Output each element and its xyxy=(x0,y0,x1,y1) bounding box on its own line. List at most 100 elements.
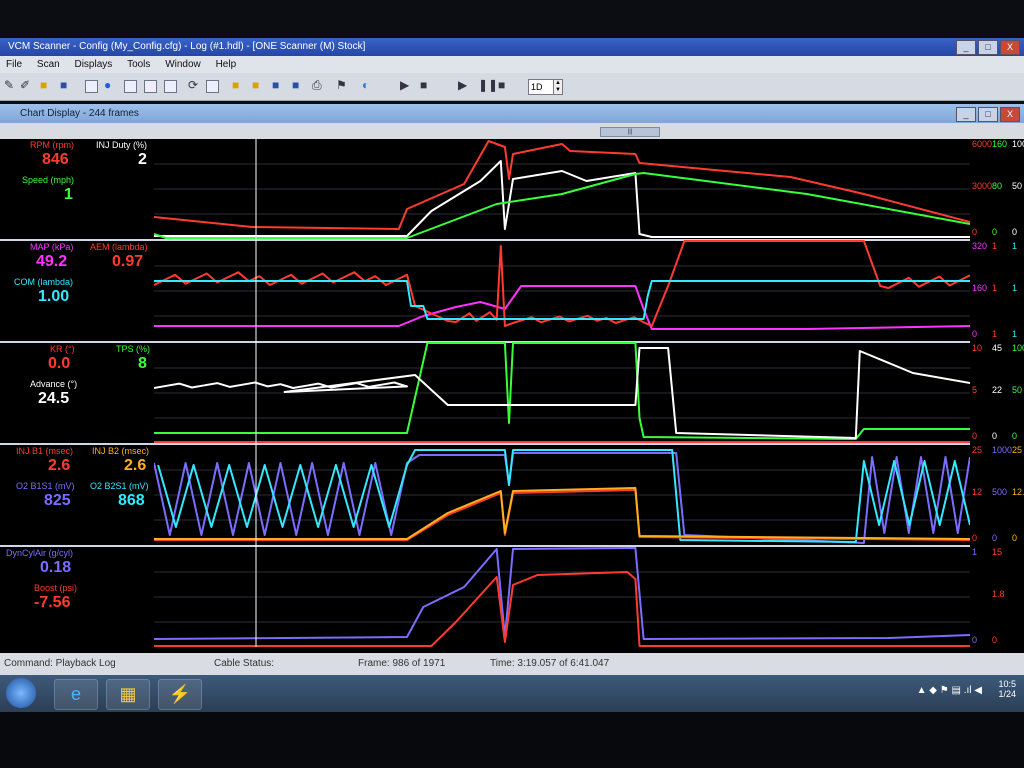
channel-name: O2 B2S1 (mV) xyxy=(90,481,149,491)
axis-tick-label: 1 xyxy=(1012,329,1018,339)
pencil-icon[interactable]: ✎ xyxy=(4,78,14,92)
tray-icons[interactable]: ▲ ◆ ⚑ ▤ .ıl ◀ xyxy=(917,685,982,696)
axis-tick-label: 0 xyxy=(1012,431,1018,441)
axis-tick-label: 160 xyxy=(992,139,1008,149)
stop-icon[interactable]: ■ xyxy=(420,78,427,92)
channel-name: INJ B2 (msec) xyxy=(92,446,150,456)
status-frame: Frame: 986 of 1971 xyxy=(358,658,446,669)
menu-tools[interactable]: Tools xyxy=(121,56,156,73)
o2-b1s1-trace xyxy=(154,452,970,544)
axis-tick-label: 15 xyxy=(992,547,1003,557)
axis-tick-label: 1 xyxy=(972,547,978,557)
channel-labels: RPM (rpm) 846 INJ Duty (%) 2 Speed (mph)… xyxy=(0,139,154,653)
axis-scales: 6000160100300080500003201116011011104510… xyxy=(970,139,1024,653)
chart-scrollbar[interactable]: ||| xyxy=(0,123,1024,139)
axis-tick-label: 320 xyxy=(972,241,988,251)
stop-playback-icon[interactable]: ■ xyxy=(498,78,505,92)
chart-maximize-button[interactable]: □ xyxy=(978,107,998,122)
axis-tick-label: 1.8 xyxy=(992,589,1005,599)
rpm-trace xyxy=(154,140,970,230)
menu-displays[interactable]: Displays xyxy=(68,56,118,73)
layout-icon[interactable] xyxy=(206,80,219,93)
status-command: Command: Playback Log xyxy=(4,658,116,669)
channel-name: RPM (rpm) xyxy=(30,140,74,150)
axis-tick-label: 50 xyxy=(1012,385,1023,395)
axis-tick-label: 25 xyxy=(972,445,983,455)
inj-b2-trace xyxy=(154,487,970,540)
document-icon[interactable]: ■ xyxy=(292,78,299,92)
pause-icon[interactable]: ❚❚ xyxy=(478,78,498,92)
monitor-bezel-bottom xyxy=(0,712,1024,768)
chart-close-button[interactable]: X xyxy=(1000,107,1020,122)
system-tray: 10:5 1/24 xyxy=(998,679,1016,699)
menu-help[interactable]: Help xyxy=(210,56,243,73)
refresh-icon[interactable]: ⟳ xyxy=(188,78,198,92)
status-bar: Command: Playback Log Cable Status: Fram… xyxy=(0,653,1024,675)
panel-1-labels: RPM (rpm) 846 INJ Duty (%) 2 Speed (mph)… xyxy=(0,139,154,241)
taskbar: e ▦ ⚡ 10:5 1/24 ▲ ◆ ⚑ ▤ .ıl ◀ xyxy=(0,675,1024,712)
channel-value: 8 xyxy=(138,355,147,372)
monitor-bezel-top xyxy=(0,0,1024,38)
axis-tick-label: 12 xyxy=(972,487,983,497)
status-cable: Cable Status: xyxy=(214,658,275,669)
open-log-icon[interactable]: ■ xyxy=(232,78,239,92)
axis-tick-label: 25 xyxy=(1012,445,1023,455)
chart-plot-area[interactable] xyxy=(154,139,970,653)
toolbar: ✎ ✐ ■ ■ ● ⟳ ■ ■ ■ ■ ⎙ ⚑ ◐ ▶ ■ ▶ ❚❚ ■ 1D … xyxy=(0,73,1024,101)
playback-speed-field[interactable]: 1D xyxy=(528,79,554,95)
tps-trace xyxy=(154,342,970,440)
connect-icon[interactable]: ● xyxy=(104,78,111,92)
print-icon[interactable]: ⎙ xyxy=(312,78,322,93)
axis-tick-label: 0 xyxy=(972,533,978,543)
menu-file[interactable]: File xyxy=(0,56,28,73)
speed-spinner[interactable]: ▲ ▼ xyxy=(553,79,563,95)
close-button[interactable]: X xyxy=(1000,40,1020,55)
chart-icon[interactable] xyxy=(144,80,157,93)
chart-window-controls: _ □ X xyxy=(956,107,1020,122)
start-button[interactable] xyxy=(6,678,36,708)
chart-window-title-bar: Chart Display - 244 frames _ □ X xyxy=(0,104,1024,123)
axis-tick-label: 0 xyxy=(1012,533,1018,543)
grid-icon[interactable] xyxy=(85,80,98,93)
panel-separator xyxy=(154,545,970,547)
table-icon[interactable] xyxy=(124,80,137,93)
channel-value: 825 xyxy=(44,492,71,509)
panel-2-labels: MAP (kPa) 49.2 AEM (lambda) 0.97 COM (la… xyxy=(0,241,154,343)
minimize-button[interactable]: _ xyxy=(956,40,976,55)
menu-window[interactable]: Window xyxy=(159,56,207,73)
save-icon[interactable]: ■ xyxy=(60,78,67,92)
chart-minimize-button[interactable]: _ xyxy=(956,107,976,122)
clock-date: 1/24 xyxy=(998,689,1016,699)
axis-tick-label: 160 xyxy=(972,283,988,293)
save-log-icon[interactable]: ■ xyxy=(272,78,279,92)
channel-name: AEM (lambda) xyxy=(90,242,148,252)
axis-tick-label: 0 xyxy=(992,431,998,441)
chart-window-title: Chart Display - 244 frames xyxy=(20,108,139,119)
play-forward-icon[interactable]: ▶ xyxy=(458,78,467,92)
menu-scan[interactable]: Scan xyxy=(31,56,66,73)
play-icon[interactable]: ▶ xyxy=(400,78,409,92)
file-explorer-icon[interactable]: ▦ xyxy=(106,679,150,710)
axis-tick-label: 500 xyxy=(992,487,1008,497)
channel-name: O2 B1S1 (mV) xyxy=(16,481,75,491)
internet-explorer-icon[interactable]: e xyxy=(54,679,98,710)
app-title-bar: VCM Scanner - Config (My_Config.cfg) - L… xyxy=(0,38,1024,56)
scroll-thumb[interactable]: ||| xyxy=(600,127,660,137)
axis-tick-label: 5 xyxy=(972,385,978,395)
filter-icon[interactable]: ⚑ xyxy=(336,78,347,92)
channel-name: Speed (mph) xyxy=(22,175,75,185)
vcm-scanner-taskbar-icon[interactable]: ⚡ xyxy=(158,679,202,710)
folder-icon[interactable]: ■ xyxy=(252,78,259,92)
play-mode-icon[interactable]: ◐ xyxy=(362,78,369,92)
gauge-icon[interactable] xyxy=(164,80,177,93)
open-folder-icon[interactable]: ■ xyxy=(40,78,47,92)
axis-tick-label: 0 xyxy=(1012,227,1018,237)
axis-tick-label: 100 xyxy=(1012,139,1024,149)
channel-value: 0.97 xyxy=(112,253,144,270)
edit-icon[interactable]: ✐ xyxy=(20,78,30,92)
axis-tick-label: 10 xyxy=(972,343,983,353)
axis-tick-label: 0 xyxy=(972,635,978,645)
channel-value: 868 xyxy=(118,492,145,509)
maximize-button[interactable]: □ xyxy=(978,40,998,55)
menu-bar: File Scan Displays Tools Window Help xyxy=(0,56,1024,73)
